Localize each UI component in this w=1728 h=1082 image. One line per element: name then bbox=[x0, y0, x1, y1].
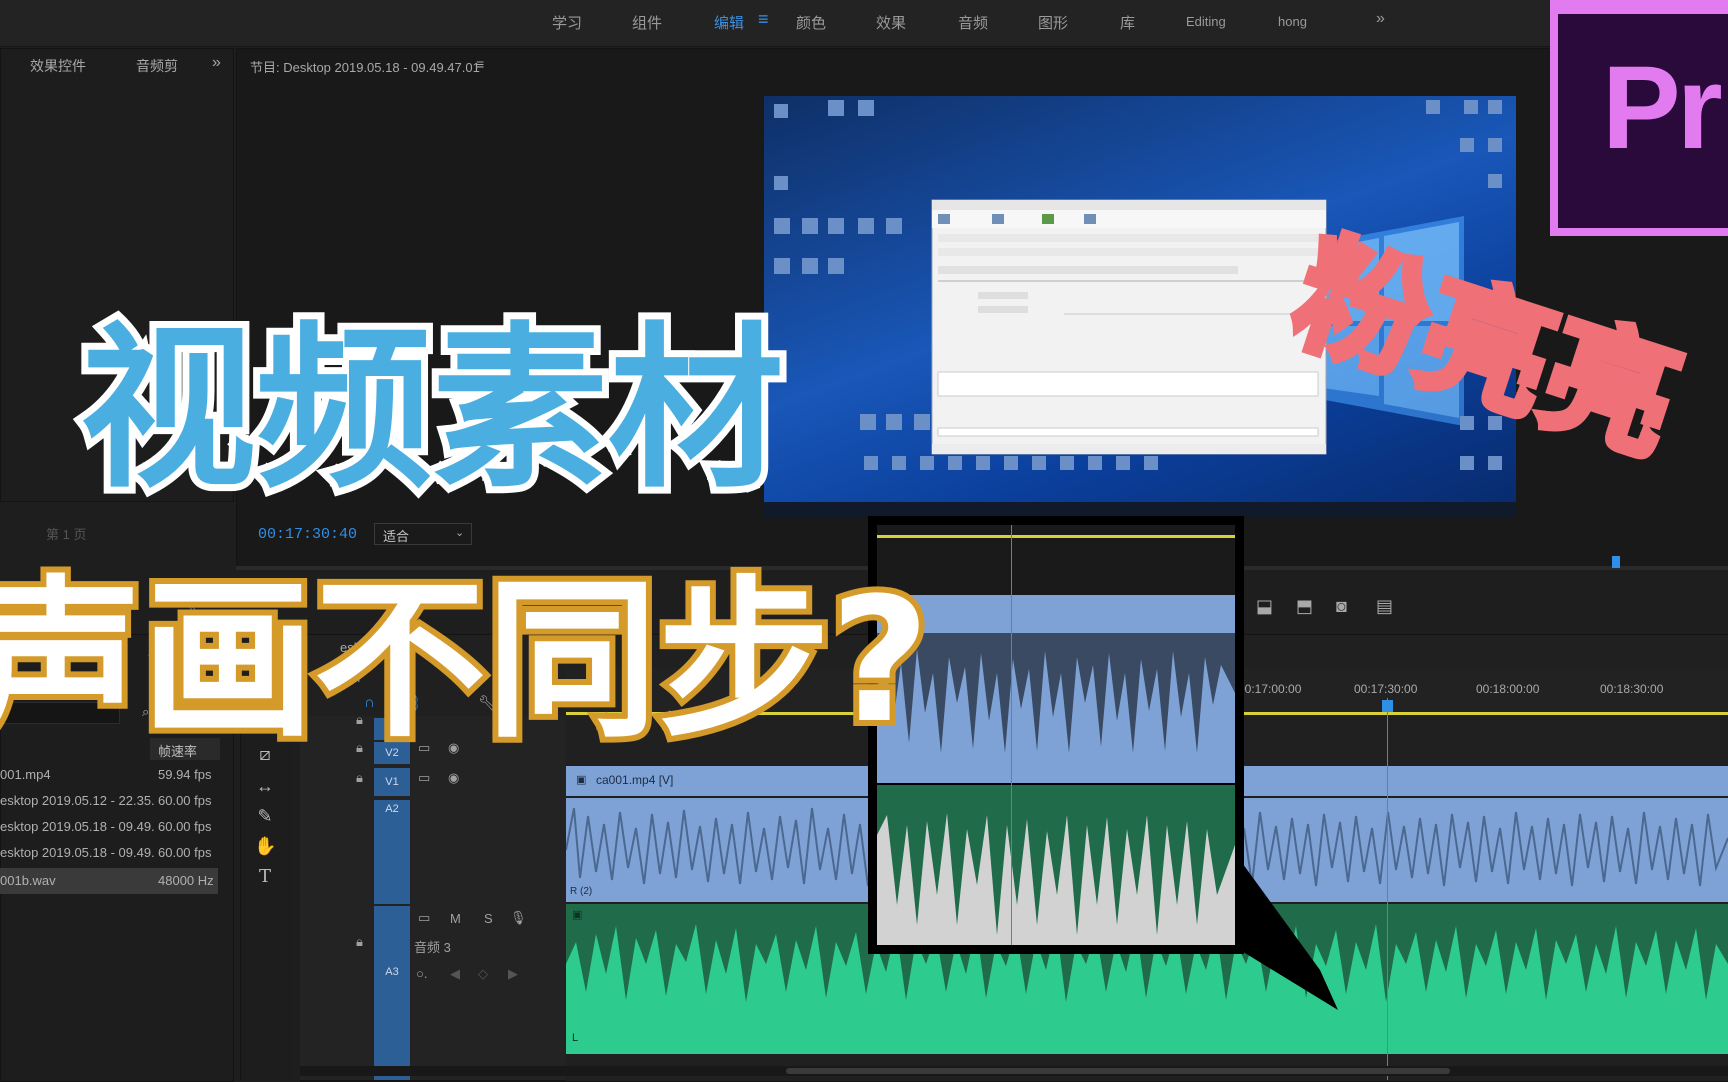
playhead-handle-icon[interactable] bbox=[1382, 700, 1393, 712]
add-keyframe-icon[interactable]: ◇ bbox=[478, 966, 488, 982]
panel-more-icon[interactable]: » bbox=[212, 54, 221, 72]
type-tool-icon[interactable]: T bbox=[254, 866, 276, 888]
workspace-assembly[interactable]: 组件 bbox=[632, 12, 662, 33]
fx-icon: ▣ bbox=[572, 909, 583, 921]
workspace-editing-custom[interactable]: Editing bbox=[1186, 14, 1226, 29]
workspace-graphics[interactable]: 图形 bbox=[1038, 12, 1068, 33]
sync-lock-icon[interactable]: ▭ bbox=[418, 910, 430, 926]
clip-v1-label: ca001.mp4 [V] bbox=[596, 773, 674, 787]
track-name-a3: 音频 3 bbox=[414, 940, 451, 955]
list-item-rate: 48000 Hz bbox=[158, 873, 214, 888]
track-label-a2[interactable]: A2 bbox=[374, 800, 410, 818]
keyframe-icon[interactable]: ○. bbox=[416, 966, 427, 981]
zoom-clip-audio-green bbox=[877, 785, 1235, 945]
solo-button[interactable]: S bbox=[484, 911, 493, 926]
workspace-menu-icon[interactable]: ≡ bbox=[758, 9, 769, 30]
ruler-label: 00:17:30:00 bbox=[1354, 682, 1418, 696]
stamp-label: 粉亮亮 bbox=[1280, 216, 1695, 470]
track-header-a3 bbox=[300, 904, 566, 1081]
track-label-a3[interactable]: A3 bbox=[374, 906, 410, 1080]
title-line1: 视频素材 bbox=[80, 307, 784, 510]
workspace-editing[interactable]: 编辑 bbox=[714, 12, 744, 33]
lock-icon[interactable]: 🔒︎ bbox=[356, 770, 363, 786]
title-line1-text: 视频素材 bbox=[73, 300, 791, 510]
slip-tool-icon[interactable]: ↔ bbox=[254, 776, 276, 798]
ruler-label: 00:18:00:00 bbox=[1476, 682, 1540, 696]
sync-lock-icon[interactable]: ▭ bbox=[418, 770, 430, 786]
track-header-v1 bbox=[300, 766, 566, 799]
list-item-rate: 60.00 fps bbox=[158, 845, 212, 860]
ruler-label: 00:18:30:00 bbox=[1600, 682, 1664, 696]
program-menu-icon[interactable]: ≡ bbox=[476, 56, 484, 72]
list-item-name: 001.mp4 bbox=[0, 767, 51, 782]
lock-icon[interactable]: 🔒︎ bbox=[356, 934, 363, 950]
title-line2: 声画不同步? bbox=[0, 560, 930, 760]
list-item[interactable]: esktop 2019.05.18 - 09.49. 60.00 fps bbox=[0, 840, 218, 866]
fx-icon: ▣ bbox=[576, 774, 587, 786]
prev-keyframe-icon[interactable]: ◀ bbox=[450, 966, 460, 982]
workspace-learn[interactable]: 学习 bbox=[552, 12, 582, 33]
pen-tool-icon[interactable]: ✎ bbox=[254, 806, 276, 828]
compare-icon[interactable]: ▤ bbox=[1376, 596, 1393, 617]
timeline-scroll-thumb[interactable] bbox=[786, 1068, 1450, 1074]
list-item-rate: 59.94 fps bbox=[158, 767, 212, 782]
track-label-v1[interactable]: V1 bbox=[374, 768, 410, 796]
clip-a2-channel: R (2) bbox=[570, 886, 593, 897]
zoom-waveform-green bbox=[877, 813, 1235, 945]
workspace-color[interactable]: 颜色 bbox=[796, 12, 826, 33]
list-item-name: esktop 2019.05.12 - 22.35. bbox=[0, 793, 155, 808]
list-item-name: esktop 2019.05.18 - 09.49. bbox=[0, 819, 155, 834]
list-item-name: esktop 2019.05.18 - 09.49. bbox=[0, 845, 155, 860]
mute-button[interactable]: M bbox=[450, 911, 461, 926]
premiere-logo-text: Pr bbox=[1602, 42, 1723, 174]
title-line2-text: 声画不同步? bbox=[0, 554, 936, 760]
list-item[interactable]: esktop 2019.05.12 - 22.35. 60.00 fps bbox=[0, 788, 218, 814]
monitor-playhead-icon[interactable] bbox=[1612, 556, 1620, 568]
clip-a3-channel: L bbox=[572, 1032, 579, 1044]
workspace-bar: 学习 组件 编辑 ≡ 颜色 效果 音频 图形 库 Editing hong » bbox=[0, 0, 1728, 47]
tab-effect-controls[interactable]: 效果控件 bbox=[30, 56, 86, 76]
more-workspaces-icon[interactable]: » bbox=[1376, 10, 1385, 28]
next-keyframe-icon[interactable]: ▶ bbox=[508, 966, 518, 982]
track-header-a2 bbox=[300, 798, 566, 905]
voice-over-mic-icon[interactable]: 🎙︎ bbox=[510, 910, 527, 926]
track-label-a2-ext bbox=[374, 818, 410, 904]
list-item-rate: 60.00 fps bbox=[158, 819, 212, 834]
workspace-audio[interactable]: 音频 bbox=[958, 12, 988, 33]
list-item[interactable]: esktop 2019.05.18 - 09.49. 60.00 fps bbox=[0, 814, 218, 840]
hand-tool-icon[interactable]: ✋ bbox=[254, 836, 276, 858]
eye-icon[interactable]: ◉ bbox=[448, 770, 459, 786]
tab-audio-clip-mixer[interactable]: 音频剪 bbox=[136, 56, 178, 76]
workspace-hong[interactable]: hong bbox=[1278, 14, 1307, 29]
timeline-playhead[interactable] bbox=[1387, 698, 1388, 1080]
workspace-libraries[interactable]: 库 bbox=[1120, 12, 1135, 33]
list-item-name: 001b.wav bbox=[0, 873, 56, 888]
list-item[interactable]: 001.mp4 59.94 fps bbox=[0, 762, 218, 788]
premiere-logo: Pr bbox=[1550, 0, 1728, 236]
list-item-rate: 60.00 fps bbox=[158, 793, 212, 808]
program-monitor-title: 节目: Desktop 2019.05.18 - 09.49.47.01 bbox=[250, 60, 480, 75]
list-item-selected[interactable]: 001b.wav 48000 Hz bbox=[0, 868, 218, 894]
workspace-effects[interactable]: 效果 bbox=[876, 12, 906, 33]
